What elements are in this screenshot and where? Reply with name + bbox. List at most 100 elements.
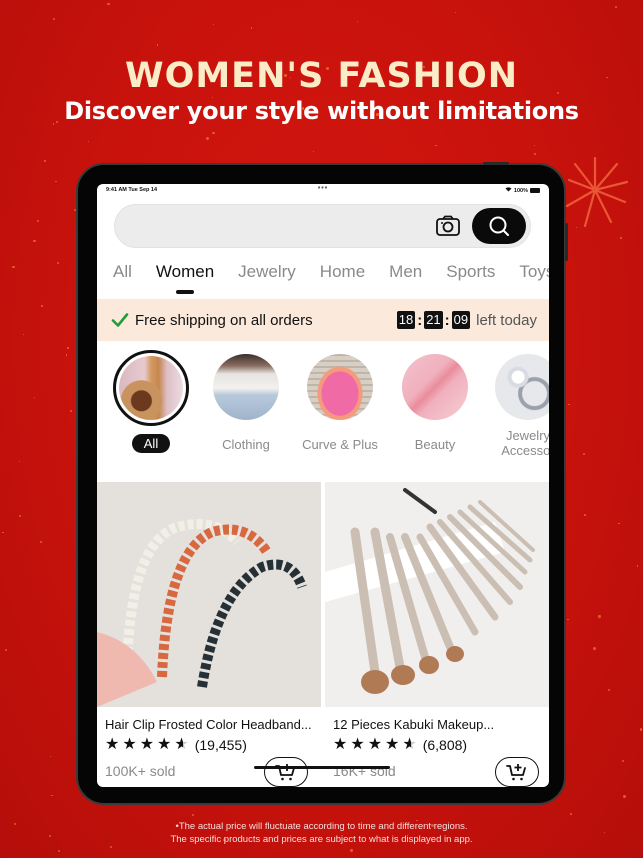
subcategory-jewelry-accessories[interactable]: Jewelry Accessor [483, 350, 549, 458]
product-card[interactable]: Hair Clip Frosted Color Headband... ★ ★ … [97, 482, 321, 787]
battery-percent: 100% [513, 187, 528, 194]
sparkle-dot [18, 460, 21, 463]
product-title: Hair Clip Frosted Color Headband... [105, 717, 312, 732]
device-top-button [483, 162, 509, 165]
star-icon: ★ [139, 736, 155, 753]
star-icon: ★ [122, 736, 137, 753]
star-icon: ★ [385, 736, 400, 753]
sparkle-dot [206, 136, 210, 140]
sparkle-dot [43, 159, 46, 162]
subcategory-all[interactable]: All [106, 350, 196, 453]
subcategory-image [213, 354, 279, 420]
price-disclaimer: •The actual price will fluctuate accordi… [0, 820, 643, 846]
subcategory-label: Clothing [222, 437, 270, 452]
free-shipping-banner[interactable]: Free shipping on all orders 18 : 21 : 09… [97, 299, 549, 341]
hero-title: WOMEN'S FASHION [124, 56, 519, 96]
countdown-seconds: 09 [451, 311, 471, 329]
sparkle-dot [568, 403, 570, 406]
sparkle-dot [22, 333, 24, 336]
wifi-icon [505, 187, 512, 194]
sparkle-dot [65, 353, 68, 356]
app-screen: 9:41 AM Tue Sep 14 ••• 100% All Women Je… [97, 184, 549, 787]
status-bar: 9:41 AM Tue Sep 14 ••• 100% [97, 184, 549, 196]
sparkle-dot [41, 305, 43, 307]
subcategory-beauty[interactable]: Beauty [390, 350, 480, 452]
tab-men[interactable]: Men [389, 262, 422, 282]
tab-sports[interactable]: Sports [446, 262, 495, 282]
sparkle-dot [593, 646, 597, 650]
sparkle-dot [212, 23, 214, 25]
sparkle-dot [582, 453, 585, 456]
sparkle-dot [107, 2, 111, 6]
countdown-label: left today [476, 311, 537, 329]
sparkle-dot [313, 151, 315, 153]
device-side-button [565, 223, 568, 261]
sparkle-dot [192, 814, 195, 817]
sparkle-dot [533, 153, 536, 155]
subcategory-label-line2: Accessor [501, 443, 549, 458]
sparkle-dot [250, 27, 253, 29]
product-rating: ★ ★ ★ ★ ★ (19,455) [105, 736, 321, 754]
search-bar [114, 204, 531, 248]
subcategory-label: Curve & Plus [302, 437, 378, 452]
add-to-cart-icon [275, 764, 295, 781]
subcategory-image [307, 354, 373, 420]
sparkle-dot [36, 220, 39, 223]
countdown-timer: 18 : 21 : 09 left today [396, 311, 537, 329]
sparkle-dot [350, 849, 353, 852]
disclaimer-line2: The specific products and prices are sub… [170, 834, 473, 845]
review-count: (19,455) [194, 737, 247, 753]
home-indicator[interactable] [254, 766, 390, 769]
star-icon: ★ [333, 736, 348, 753]
sparkle-dot [567, 619, 569, 621]
add-to-cart-button[interactable] [264, 757, 308, 787]
sparkle-dot [2, 531, 4, 533]
search-button[interactable] [472, 208, 526, 244]
search-input[interactable] [133, 205, 433, 247]
multitask-dots-icon[interactable]: ••• [318, 185, 328, 192]
product-image [325, 482, 549, 707]
tab-toys[interactable]: Toys [519, 262, 549, 282]
sparkle-dot [621, 760, 624, 763]
firework-decoration [565, 156, 629, 228]
sparkle-dot [57, 849, 60, 852]
product-rating: ★ ★ ★ ★ ★ (6,808) [333, 736, 549, 754]
half-star-icon: ★ [174, 736, 189, 753]
add-to-cart-button[interactable] [495, 757, 539, 787]
tab-jewelry[interactable]: Jewelry [238, 262, 296, 282]
sparkle-dot [67, 347, 69, 349]
subcategory-image [113, 350, 189, 426]
hero-subtitle: Discover your style without limitations [64, 97, 579, 125]
countdown-hours: 18 [396, 311, 416, 329]
sparkle-dot [639, 727, 643, 731]
sparkle-dot [454, 11, 457, 14]
sparkle-dot [33, 239, 36, 242]
subcategory-row: All Clothing Curve & Plus Beauty Jewelry… [97, 350, 549, 480]
star-icon: ★ [105, 736, 120, 753]
sparkle-dot [52, 18, 55, 21]
sparkle-dot [614, 6, 617, 8]
sparkle-dot [87, 141, 89, 143]
product-image [97, 482, 321, 707]
subcategory-image [402, 354, 468, 420]
sparkle-dot [156, 43, 159, 46]
subcategory-curve-plus[interactable]: Curve & Plus [295, 350, 385, 452]
add-to-cart-icon [506, 764, 526, 781]
countdown-separator: : [444, 311, 450, 329]
search-icon [489, 216, 509, 236]
tablet-device-frame: 9:41 AM Tue Sep 14 ••• 100% All Women Je… [76, 162, 568, 805]
sparkle-dot [608, 688, 611, 691]
countdown-separator: : [417, 311, 423, 329]
status-time: 9:41 AM Tue Sep 14 [106, 187, 158, 193]
camera-icon[interactable] [435, 215, 461, 237]
sparkle-dot [618, 522, 621, 525]
sparkle-dot [570, 813, 573, 816]
sparkle-dot [56, 261, 59, 264]
product-card[interactable]: 12 Pieces Kabuki Makeup... ★ ★ ★ ★ ★ (6,… [325, 482, 549, 787]
sparkle-dot [33, 397, 36, 399]
tab-home[interactable]: Home [320, 262, 365, 282]
subcategory-clothing[interactable]: Clothing [201, 350, 291, 452]
tab-all[interactable]: All [113, 262, 132, 282]
sparkle-dot [51, 794, 53, 797]
tab-women[interactable]: Women [156, 262, 214, 282]
